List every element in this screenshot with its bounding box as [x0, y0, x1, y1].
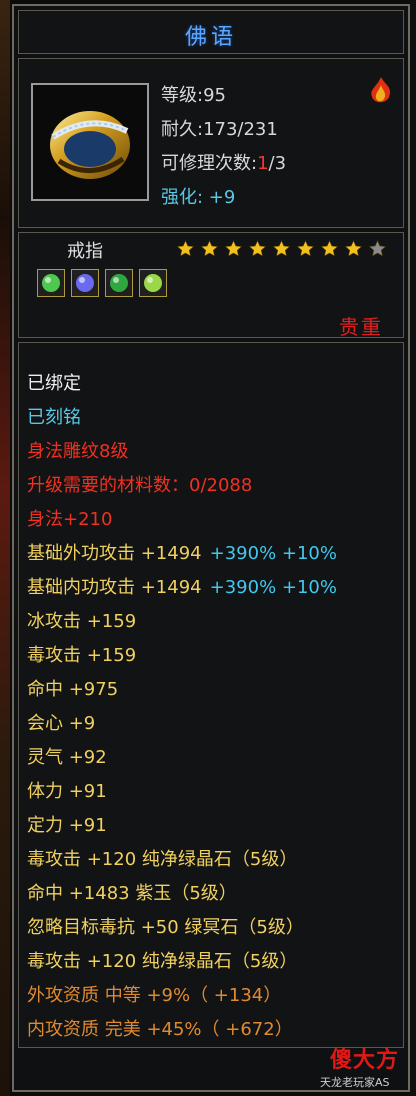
attribute-line: 会心 +9: [27, 709, 95, 735]
repair-count: 可修理次数:1/3: [161, 149, 286, 175]
background-edge: [0, 0, 10, 1096]
item-summary: 等级:95 耐久:173/231 可修理次数:1/3 强化: +9: [18, 58, 404, 228]
item-type: 戒指: [67, 241, 103, 262]
attribute-text: 外攻资质 中等 +9%（ +134）: [27, 985, 282, 1006]
level-text: 等级:95: [161, 85, 226, 106]
attribute-line: 基础外功攻击 +1494 +390% +10%: [27, 539, 337, 565]
attribute-line: 冰攻击 +159: [27, 607, 136, 633]
attribute-line: 基础内功攻击 +1494 +390% +10%: [27, 573, 337, 599]
attribute-text: 已绑定: [27, 373, 81, 394]
attribute-line: 毒攻击 +159: [27, 641, 136, 667]
attribute-text: 体力 +91: [27, 781, 107, 802]
attribute-text: 身法雕纹8级: [27, 441, 129, 462]
star-filled-icon: [223, 239, 244, 259]
star-filled-icon: [175, 239, 196, 259]
strength-text: 强化: +9: [161, 187, 236, 208]
watermark-caption: 天龙老玩家AS: [320, 1076, 390, 1089]
watermark: 傻大方 天龙老玩家AS: [320, 1040, 408, 1094]
title-bar: 佛语: [18, 10, 404, 54]
attribute-text: 基础外功攻击 +1494: [27, 543, 202, 564]
attribute-text: 基础内功攻击 +1494: [27, 577, 202, 598]
star-filled-icon: [271, 239, 292, 259]
attribute-line: 毒攻击 +120 纯净绿晶石（5级）: [27, 845, 297, 871]
attribute-line: 命中 +975: [27, 675, 118, 701]
attribute-text: 毒攻击 +120 纯净绿晶石（5级）: [27, 951, 298, 972]
attribute-text: 命中 +1483 紫玉（5级）: [27, 883, 237, 904]
gem-slots: [37, 269, 167, 297]
emerald-gem-icon[interactable]: [105, 269, 133, 297]
attribute-bonus: +390% +10%: [209, 543, 337, 564]
attribute-text: 升级需要的材料数：0/2088: [27, 475, 253, 496]
attribute-text: 身法+210: [27, 509, 113, 530]
star-filled-icon: [199, 239, 220, 259]
attribute-text: 灵气 +92: [27, 747, 107, 768]
attribute-line: 定力 +91: [27, 811, 107, 837]
flame-badge-icon: [367, 75, 395, 107]
star-empty-icon: [367, 239, 388, 259]
blue-gem-icon[interactable]: [71, 269, 99, 297]
attribute-line: 已绑定: [27, 369, 81, 395]
attribute-text: 毒攻击 +159: [27, 645, 137, 666]
attribute-text: 内攻资质 完美 +45%（ +672）: [27, 1019, 293, 1040]
repair-label: 可修理次数:: [161, 153, 258, 174]
attribute-line: 忽略目标毒抗 +50 绿冥石（5级）: [27, 913, 304, 939]
star-rating: [175, 239, 388, 259]
repair-max: /3: [268, 153, 287, 174]
durability-text: 耐久:173/231: [161, 119, 278, 140]
ring-icon: [31, 83, 149, 201]
star-filled-icon: [247, 239, 268, 259]
attribute-text: 毒攻击 +120 纯净绿晶石（5级）: [27, 849, 298, 870]
star-filled-icon: [295, 239, 316, 259]
watermark-logo: 傻大方: [330, 1048, 400, 1073]
attribute-bonus: +390% +10%: [209, 577, 337, 598]
repair-current: 1: [257, 153, 269, 174]
attribute-line: 毒攻击 +120 纯净绿晶石（5级）: [27, 947, 297, 973]
item-type-section: 戒指 贵重: [18, 232, 404, 339]
attribute-line: 命中 +1483 紫玉（5级）: [27, 879, 237, 905]
attribute-text: 冰攻击 +159: [27, 611, 137, 632]
attribute-line: 灵气 +92: [27, 743, 107, 769]
attribute-line: 已刻铭: [27, 403, 81, 429]
background-edge-right: [410, 0, 416, 1096]
attribute-line: 外攻资质 中等 +9%（ +134）: [27, 981, 281, 1007]
attribute-text: 命中 +975: [27, 679, 119, 700]
attribute-line: 体力 +91: [27, 777, 107, 803]
attribute-line: 升级需要的材料数：0/2088: [27, 471, 252, 497]
item-name: 佛语: [184, 25, 237, 50]
attribute-line: 身法雕纹8级: [27, 437, 128, 463]
green-gem-icon[interactable]: [37, 269, 65, 297]
star-filled-icon: [319, 239, 340, 259]
item-tooltip: 佛语 等级:95 耐久:173/231 可修理次数:1/3 强化: +9 戒指 …: [12, 4, 410, 1092]
attribute-line: 内攻资质 完美 +45%（ +672）: [27, 1015, 293, 1041]
attribute-line: 身法+210: [27, 505, 112, 531]
attribute-text: 会心 +9: [27, 713, 96, 734]
jade-gem-icon[interactable]: [139, 269, 167, 297]
star-filled-icon: [343, 239, 364, 259]
attribute-text: 已刻铭: [27, 407, 81, 428]
attribute-list: 已绑定已刻铭身法雕纹8级升级需要的材料数：0/2088 身法+210 基础外功攻击 …: [18, 342, 404, 1048]
value-tag: 贵重: [339, 315, 383, 339]
attribute-text: 忽略目标毒抗 +50 绿冥石（5级）: [27, 917, 304, 938]
attribute-text: 定力 +91: [27, 815, 107, 836]
